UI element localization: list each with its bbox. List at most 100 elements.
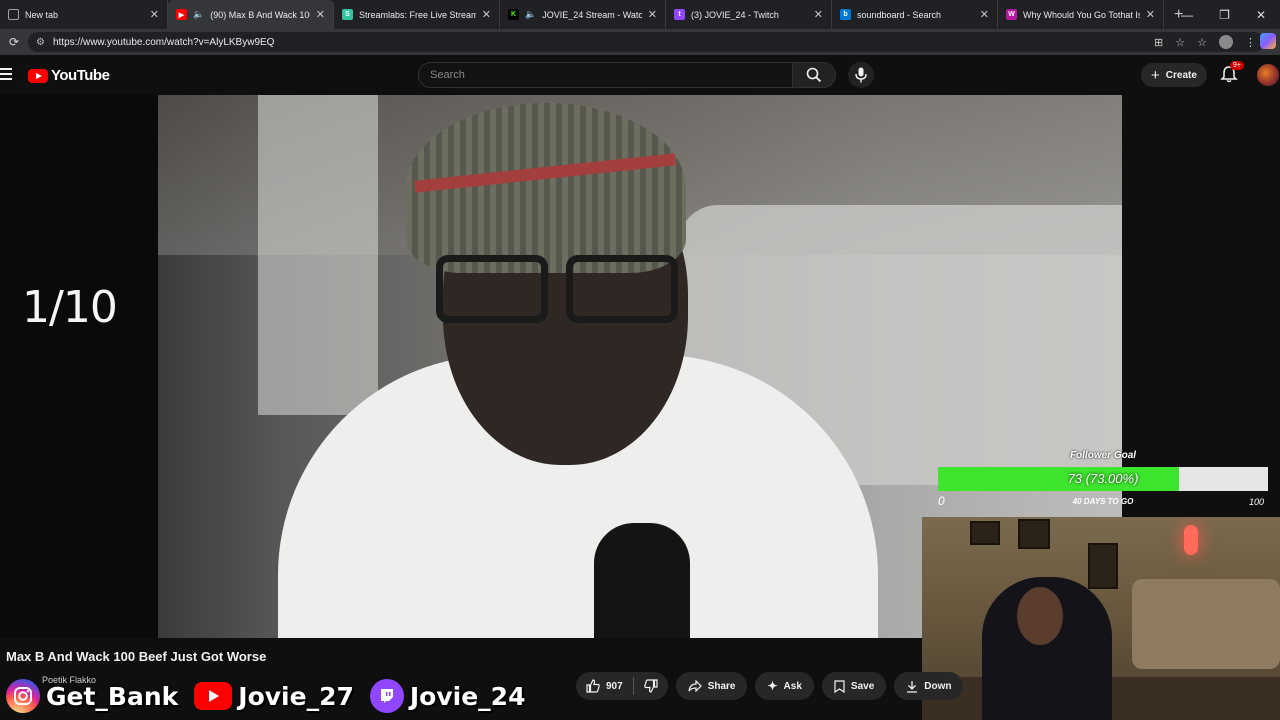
webcam-lamp [1184, 525, 1198, 555]
microphone-icon [855, 67, 867, 83]
browser-tab[interactable]: K 🔈 JOVIE_24 Stream - Watch Live ✕ [500, 0, 666, 29]
ask-button[interactable]: ✦ Ask [755, 672, 814, 700]
browser-tab[interactable]: New tab ✕ [0, 0, 168, 29]
install-app-icon[interactable]: ⊞ [1154, 36, 1163, 49]
create-label: Create [1165, 69, 1197, 81]
follower-goal-widget: Follower Goal 73 (73.00%) 0 40 DAYS TO G… [936, 450, 1270, 512]
close-icon[interactable]: ✕ [1146, 8, 1155, 21]
bookmark-icon [834, 679, 845, 693]
like-dislike-group: 907 [576, 672, 668, 700]
download-label: Down [924, 680, 952, 692]
restore-icon[interactable]: ❐ [1219, 8, 1230, 22]
dislike-button[interactable] [634, 672, 668, 700]
video-microphone [594, 523, 690, 638]
twitch-icon [369, 679, 404, 713]
streamer-webcam [922, 517, 1280, 720]
site-favicon-icon: W [1006, 9, 1017, 20]
thumbs-up-icon [586, 679, 600, 693]
close-icon[interactable]: ✕ [316, 8, 325, 21]
youtube-logo[interactable]: YouTube [28, 67, 110, 84]
save-button[interactable]: Save [821, 672, 887, 700]
close-icon[interactable]: ✕ [980, 8, 989, 21]
profile-icon[interactable] [1219, 35, 1233, 49]
kick-favicon-icon: K [508, 9, 519, 20]
instagram-icon [6, 679, 40, 713]
tab-title: New tab [25, 9, 59, 20]
video-door [258, 95, 378, 415]
instagram-handle: Get_Bank [46, 681, 179, 711]
download-icon [907, 680, 918, 693]
speaker-icon[interactable]: 🔈 [525, 9, 536, 20]
close-icon[interactable]: ✕ [482, 8, 491, 21]
window-controls: — ❐ ✕ [1181, 0, 1280, 29]
close-icon[interactable]: ✕ [150, 8, 159, 21]
streamlabs-favicon-icon: S [342, 9, 353, 20]
thumbs-down-icon [643, 679, 658, 693]
create-button[interactable]: + Create [1141, 63, 1207, 87]
twitch-handle: Jovie_24 [409, 681, 526, 711]
voice-search-button[interactable] [848, 62, 874, 88]
youtube-handle: Jovie_27 [238, 681, 354, 711]
download-button[interactable]: Down [894, 672, 964, 700]
reload-icon[interactable]: ⟳ [0, 35, 28, 49]
speaker-icon[interactable]: 🔈 [193, 9, 204, 20]
browser-tab-active[interactable]: ▶ 🔈 (90) Max B And Wack 100 Bee ✕ [168, 0, 334, 29]
webcam-wall-frame [970, 521, 1000, 545]
video-title: Max B And Wack 100 Beef Just Got Worse [6, 649, 267, 664]
tab-title: JOVIE_24 Stream - Watch Live [542, 9, 642, 20]
window-close-icon[interactable]: ✕ [1256, 8, 1266, 22]
bing-favicon-icon: b [840, 9, 851, 20]
browser-tab[interactable]: S Streamlabs: Free Live Streaming & ✕ [334, 0, 500, 29]
video-actions: 907 Share ✦ Ask Save Down [576, 672, 964, 700]
webcam-face [1017, 587, 1063, 645]
close-icon[interactable]: ✕ [648, 8, 657, 21]
search-input[interactable] [419, 63, 792, 87]
logo-wordmark: YouTube [51, 67, 110, 84]
share-arrow-icon [688, 680, 702, 692]
site-info-icon[interactable]: ⚙ [36, 37, 45, 48]
omnibox[interactable]: ⚙ https://www.youtube.com/watch?v=AlyLKB… [28, 32, 1264, 52]
tab-title: (3) JOVIE_24 - Twitch [691, 9, 779, 20]
social-handles-overlay: Get_Bank Jovie_27 Jovie_24 [0, 674, 535, 718]
bookmarks-sidepanel-icon[interactable]: ☆ [1197, 36, 1207, 49]
youtube-play-icon [28, 68, 48, 83]
goal-progress-bar: 73 (73.00%) [938, 467, 1268, 491]
hamburger-menu-icon[interactable] [0, 68, 12, 80]
avatar[interactable] [1257, 64, 1279, 86]
search-box [418, 62, 793, 88]
glasses-lens-left [436, 255, 548, 323]
goal-days-left: 40 DAYS TO GO [1072, 497, 1134, 506]
browser-tab[interactable]: t (3) JOVIE_24 - Twitch ✕ [666, 0, 832, 29]
goal-value-text: 73 (73.00%) [1067, 471, 1139, 486]
share-label: Share [707, 680, 736, 692]
plus-icon: + [1151, 66, 1160, 84]
address-bar-row: ⟳ ⚙ https://www.youtube.com/watch?v=AlyL… [0, 29, 1280, 55]
minimize-icon[interactable]: — [1181, 8, 1193, 22]
notification-count-badge: 9+ [1230, 61, 1244, 70]
close-icon[interactable]: ✕ [814, 8, 823, 21]
like-count: 907 [606, 680, 623, 692]
url-text[interactable]: https://www.youtube.com/watch?v=AlyLKByw… [53, 37, 1146, 48]
tab-title: soundboard - Search [857, 9, 942, 20]
youtube-header: YouTube + Create 9+ [0, 55, 1280, 95]
ask-label: Ask [783, 680, 802, 692]
bookmark-star-icon[interactable]: ☆ [1175, 36, 1185, 49]
search-button[interactable] [792, 62, 836, 88]
webcam-wall-frame [1018, 519, 1050, 549]
twitch-favicon-icon: t [674, 9, 685, 20]
copilot-extension-icon[interactable] [1260, 33, 1276, 49]
tab-title: Why Whould You Go Tothat Island [1023, 9, 1140, 20]
browser-tab[interactable]: W Why Whould You Go Tothat Island ✕ [998, 0, 1164, 29]
rating-overlay-text: 1/10 [22, 282, 118, 333]
tab-title: Streamlabs: Free Live Streaming & [359, 9, 476, 20]
share-button[interactable]: Share [675, 672, 748, 700]
browser-tab-strip: New tab ✕ ▶ 🔈 (90) Max B And Wack 100 Be… [0, 0, 1280, 29]
menu-dots-icon[interactable]: ⋮ [1245, 36, 1256, 49]
video-glasses [436, 255, 686, 325]
browser-tab[interactable]: b soundboard - Search ✕ [832, 0, 998, 29]
like-button[interactable]: 907 [576, 672, 633, 700]
youtube-icon [194, 682, 233, 710]
sparkle-icon: ✦ [767, 679, 778, 693]
webcam-wall-frame [1088, 543, 1118, 589]
player-left-margin [0, 95, 158, 638]
